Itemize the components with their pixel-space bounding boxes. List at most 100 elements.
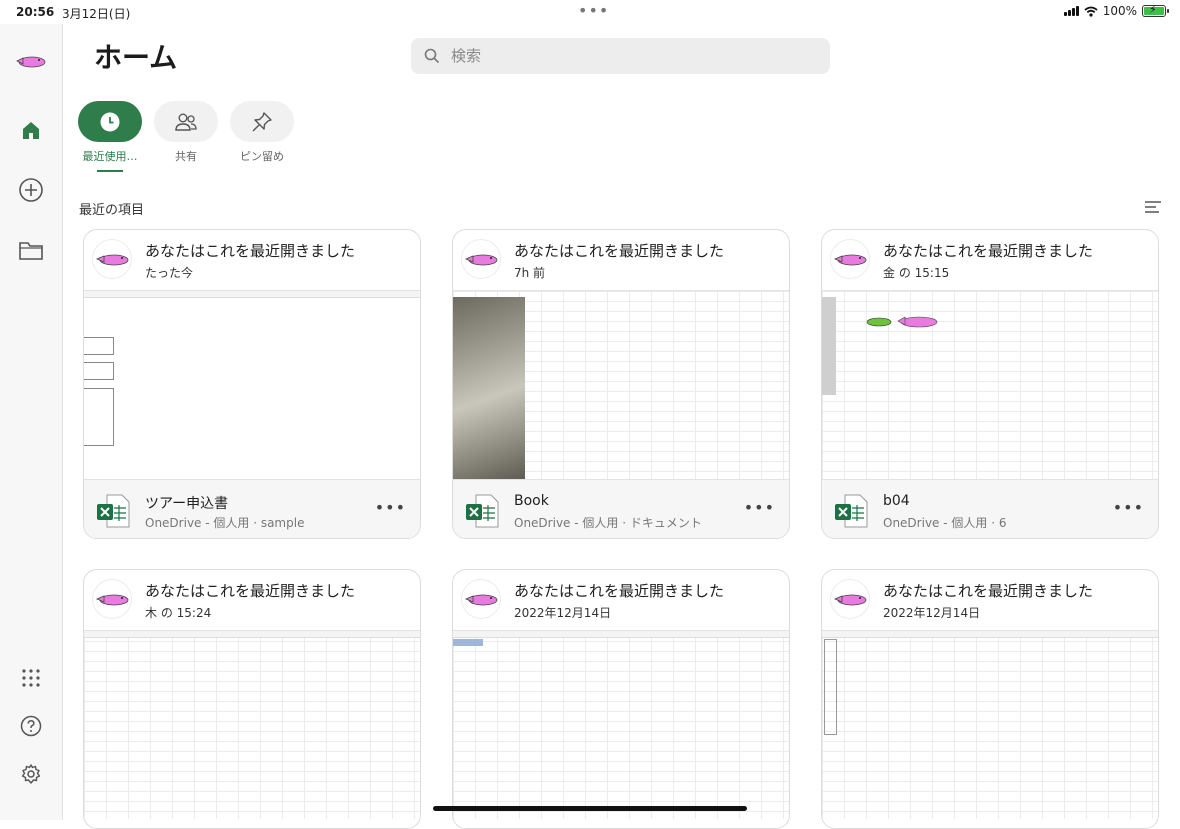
help-icon: [20, 715, 42, 737]
card-footer: Book OneDrive - 個人用 · ドキュメント •••: [453, 479, 789, 538]
more-options-button[interactable]: •••: [744, 498, 775, 517]
file-thumbnail: [84, 291, 420, 479]
card-time: 7h 前: [514, 266, 546, 280]
file-path: OneDrive - 個人用 · ドキュメント: [514, 516, 702, 530]
avatar: [830, 579, 870, 619]
card-time: 2022年12月14日: [514, 606, 612, 620]
apps-grid-icon: [22, 669, 40, 687]
multitask-dots[interactable]: •••: [578, 1, 609, 20]
excel-file-icon: [466, 494, 499, 528]
cellular-signal-icon: [1063, 6, 1079, 16]
more-options-button[interactable]: •••: [375, 498, 406, 517]
avatar: [461, 579, 501, 619]
wifi-icon: [1084, 6, 1098, 17]
search-icon: [424, 48, 440, 64]
page-title: ホーム: [94, 41, 178, 74]
file-card[interactable]: あなたはこれを最近開きました 7h 前 Book OneDrive - 個人用 …: [452, 229, 790, 539]
card-title: あなたはこれを最近開きました: [145, 242, 356, 260]
card-time: たった今: [145, 266, 194, 280]
card-title: あなたはこれを最近開きました: [883, 242, 1094, 260]
avatar-creature-icon: [95, 254, 129, 266]
tab-recent-label: 最近使用…: [82, 150, 138, 163]
avatar-creature-icon: [833, 254, 867, 266]
add-icon: [19, 178, 43, 202]
card-header: あなたはこれを最近開きました たった今: [84, 230, 420, 291]
file-thumbnail: [822, 291, 1158, 479]
excel-file-icon: [97, 494, 130, 528]
file-thumbnail: [822, 631, 1158, 819]
card-footer: ツアー申込書 OneDrive - 個人用 · sample •••: [84, 479, 420, 538]
more-options-button[interactable]: •••: [1113, 498, 1144, 517]
battery-percent: 100%: [1102, 4, 1137, 18]
people-icon: [175, 113, 197, 131]
file-card[interactable]: あなたはこれを最近開きました 木 の 15:24: [83, 569, 421, 829]
file-card[interactable]: あなたはこれを最近開きました 2022年12月14日: [821, 569, 1159, 829]
file-path: OneDrive - 個人用 · 6: [883, 516, 1007, 530]
avatar-creature-icon: [95, 594, 129, 606]
avatar: [92, 239, 132, 279]
avatar: [461, 239, 501, 279]
section-title: 最近の項目: [79, 203, 145, 218]
file-name: b04: [883, 493, 910, 509]
account-avatar[interactable]: [14, 44, 48, 78]
tab-pinned-pill[interactable]: [230, 101, 294, 142]
tab-shared-pill[interactable]: [154, 101, 218, 142]
tab-pinned-label: ピン留め: [240, 150, 284, 163]
thumbnail-creatures: [866, 316, 938, 328]
card-time: 木 の 15:24: [145, 606, 212, 620]
tab-recent[interactable]: 最近使用…: [78, 101, 142, 172]
sidebar: [0, 24, 63, 820]
avatar-creature-icon: [833, 594, 867, 606]
file-path: OneDrive - 個人用 · sample: [145, 516, 305, 530]
file-thumbnail: [84, 631, 420, 819]
file-thumbnail: [453, 631, 789, 819]
thumbnail-photo: [453, 297, 525, 479]
home-indicator[interactable]: [433, 806, 747, 811]
card-title: あなたはこれを最近開きました: [145, 582, 356, 600]
card-header: あなたはこれを最近開きました 金 の 15:15: [822, 230, 1158, 291]
clock-icon: [100, 112, 120, 131]
status-time: 20:56: [16, 5, 55, 19]
avatar-creature-icon: [464, 254, 498, 266]
avatar: [830, 239, 870, 279]
avatar-creature-icon: [16, 56, 46, 68]
tab-shared-label: 共有: [175, 150, 197, 163]
card-time: 2022年12月14日: [883, 606, 981, 620]
tab-recent-pill[interactable]: [78, 101, 142, 142]
tab-pinned[interactable]: ピン留め: [230, 101, 294, 164]
tab-shared[interactable]: 共有: [154, 101, 218, 164]
card-title: あなたはこれを最近開きました: [883, 582, 1094, 600]
file-name: ツアー申込書: [145, 496, 229, 512]
search-input[interactable]: [451, 38, 821, 74]
nav-new[interactable]: [14, 173, 48, 207]
list-view-icon[interactable]: [1144, 199, 1162, 215]
home-icon: [23, 122, 39, 139]
avatar-creature-icon: [464, 594, 498, 606]
nav-home[interactable]: [14, 113, 48, 147]
excel-file-icon: [835, 494, 868, 528]
battery-icon: ⚡: [1142, 3, 1169, 17]
status-date: 3月12日(日): [62, 7, 131, 21]
folder-icon: [19, 242, 43, 260]
file-name: Book: [514, 493, 549, 509]
tab-active-indicator: [97, 170, 123, 172]
status-bar: 20:56 3月12日(日) ••• 100% ⚡: [0, 0, 1180, 24]
card-title: あなたはこれを最近開きました: [514, 582, 725, 600]
card-header: あなたはこれを最近開きました 7h 前: [453, 230, 789, 291]
nav-apps[interactable]: [14, 661, 48, 695]
card-footer: b04 OneDrive - 個人用 · 6 •••: [822, 479, 1158, 538]
card-header: あなたはこれを最近開きました 2022年12月14日: [453, 570, 789, 631]
nav-open[interactable]: [14, 233, 48, 267]
status-indicators: 100% ⚡: [1063, 3, 1169, 18]
card-header: あなたはこれを最近開きました 木 の 15:24: [84, 570, 420, 631]
pin-icon: [252, 111, 272, 131]
nav-settings[interactable]: [14, 757, 48, 791]
file-card[interactable]: あなたはこれを最近開きました 2022年12月14日: [452, 569, 790, 829]
card-header: あなたはこれを最近開きました 2022年12月14日: [822, 570, 1158, 631]
avatar: [92, 579, 132, 619]
nav-help[interactable]: [14, 709, 48, 743]
file-card[interactable]: あなたはこれを最近開きました 金 の 15:15 b04 OneDrive - …: [821, 229, 1159, 539]
file-card[interactable]: あなたはこれを最近開きました たった今 ツアー申込書 OneDrive - 個人…: [83, 229, 421, 539]
card-title: あなたはこれを最近開きました: [514, 242, 725, 260]
search-box[interactable]: [411, 38, 830, 74]
